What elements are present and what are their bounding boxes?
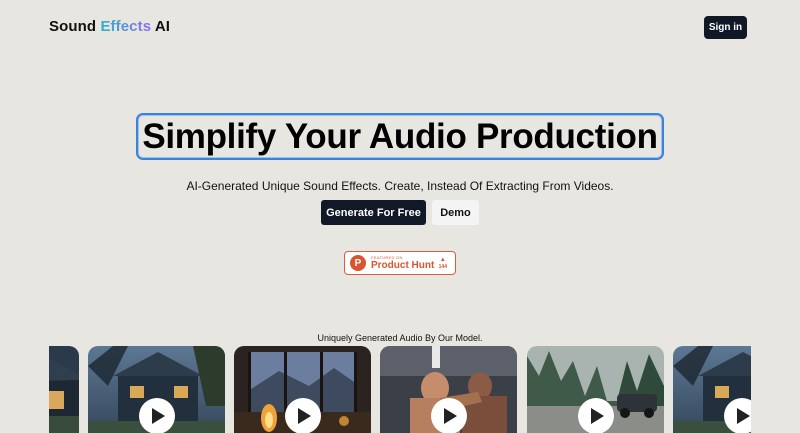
play-button[interactable] bbox=[577, 398, 614, 433]
play-button[interactable] bbox=[430, 398, 467, 433]
gallery-card-house-night[interactable] bbox=[88, 346, 225, 433]
gallery-card-house-night-left[interactable] bbox=[49, 346, 79, 433]
gallery-card-campfire[interactable] bbox=[234, 346, 371, 433]
play-button[interactable] bbox=[284, 398, 321, 433]
audio-gallery-strip bbox=[49, 346, 751, 433]
gallery-card-house-night-right[interactable] bbox=[673, 346, 751, 433]
hero-title-box: Simplify Your Audio Production bbox=[136, 113, 664, 160]
logo-word-sound: Sound bbox=[49, 18, 97, 35]
hero-title: Simplify Your Audio Production bbox=[142, 116, 658, 156]
product-hunt-vote-count: 144 bbox=[438, 263, 447, 270]
product-hunt-name: Product Hunt bbox=[371, 259, 435, 271]
gallery-caption: Uniquely Generated Audio By Our Model. bbox=[317, 333, 483, 343]
house-night-image bbox=[49, 346, 79, 433]
gallery-card-boxing[interactable] bbox=[380, 346, 517, 433]
play-button[interactable] bbox=[138, 398, 175, 433]
product-hunt-logo-icon: P bbox=[350, 255, 366, 271]
site-logo[interactable]: Sound Effects AI bbox=[49, 18, 170, 35]
product-hunt-featured-label: FEATURED ON bbox=[371, 254, 403, 260]
hero-subtitle: AI-Generated Unique Sound Effects. Creat… bbox=[186, 179, 614, 193]
logo-word-ai: AI bbox=[154, 18, 171, 35]
upvote-icon: ▲ bbox=[439, 256, 446, 263]
product-hunt-badge[interactable]: P FEATURED ON Product Hunt ▲ 144 bbox=[344, 251, 456, 275]
play-button[interactable] bbox=[723, 398, 751, 433]
demo-button[interactable]: Demo bbox=[432, 200, 479, 225]
logo-word-effects: Effects bbox=[100, 18, 152, 35]
sign-in-button[interactable]: Sign in bbox=[704, 16, 747, 39]
generate-for-free-button[interactable]: Generate For Free bbox=[321, 200, 426, 225]
gallery-card-car-forest[interactable] bbox=[527, 346, 664, 433]
